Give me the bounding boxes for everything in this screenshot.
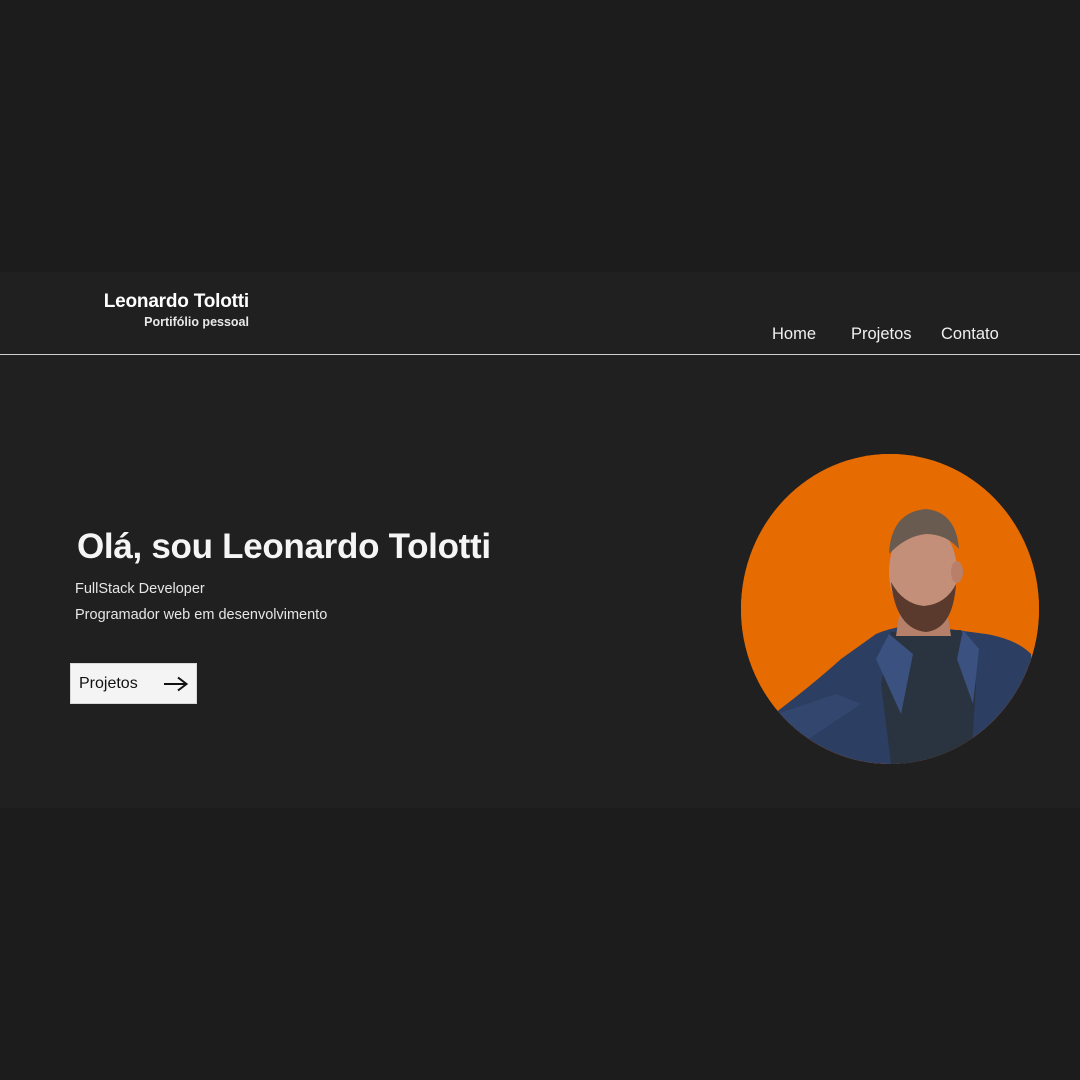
nav-link-projects[interactable]: Projetos bbox=[851, 325, 912, 344]
website-viewport: Leonardo Tolotti Portifólio pessoal Home… bbox=[0, 272, 1080, 808]
nav-link-contact[interactable]: Contato bbox=[941, 325, 999, 344]
profile-photo bbox=[741, 454, 1039, 764]
nav-link-home[interactable]: Home bbox=[772, 325, 816, 344]
arrow-right-icon bbox=[164, 676, 189, 692]
hero-role: FullStack Developer bbox=[75, 581, 205, 597]
site-header: Leonardo Tolotti Portifólio pessoal Home… bbox=[0, 272, 1080, 355]
projects-button[interactable]: Projetos bbox=[70, 663, 197, 704]
page-background: Leonardo Tolotti Portifólio pessoal Home… bbox=[0, 0, 1080, 1080]
main-nav: Home Projetos Contato bbox=[0, 325, 1080, 349]
projects-button-label: Projetos bbox=[79, 675, 138, 692]
brand-name: Leonardo Tolotti bbox=[103, 291, 249, 312]
brand[interactable]: Leonardo Tolotti Portifólio pessoal bbox=[99, 291, 249, 329]
hero-section: Olá, sou Leonardo Tolotti FullStack Deve… bbox=[0, 355, 1080, 808]
hero-description: Programador web em desenvolvimento bbox=[75, 607, 328, 623]
hero-title: Olá, sou Leonardo Tolotti bbox=[77, 527, 491, 566]
